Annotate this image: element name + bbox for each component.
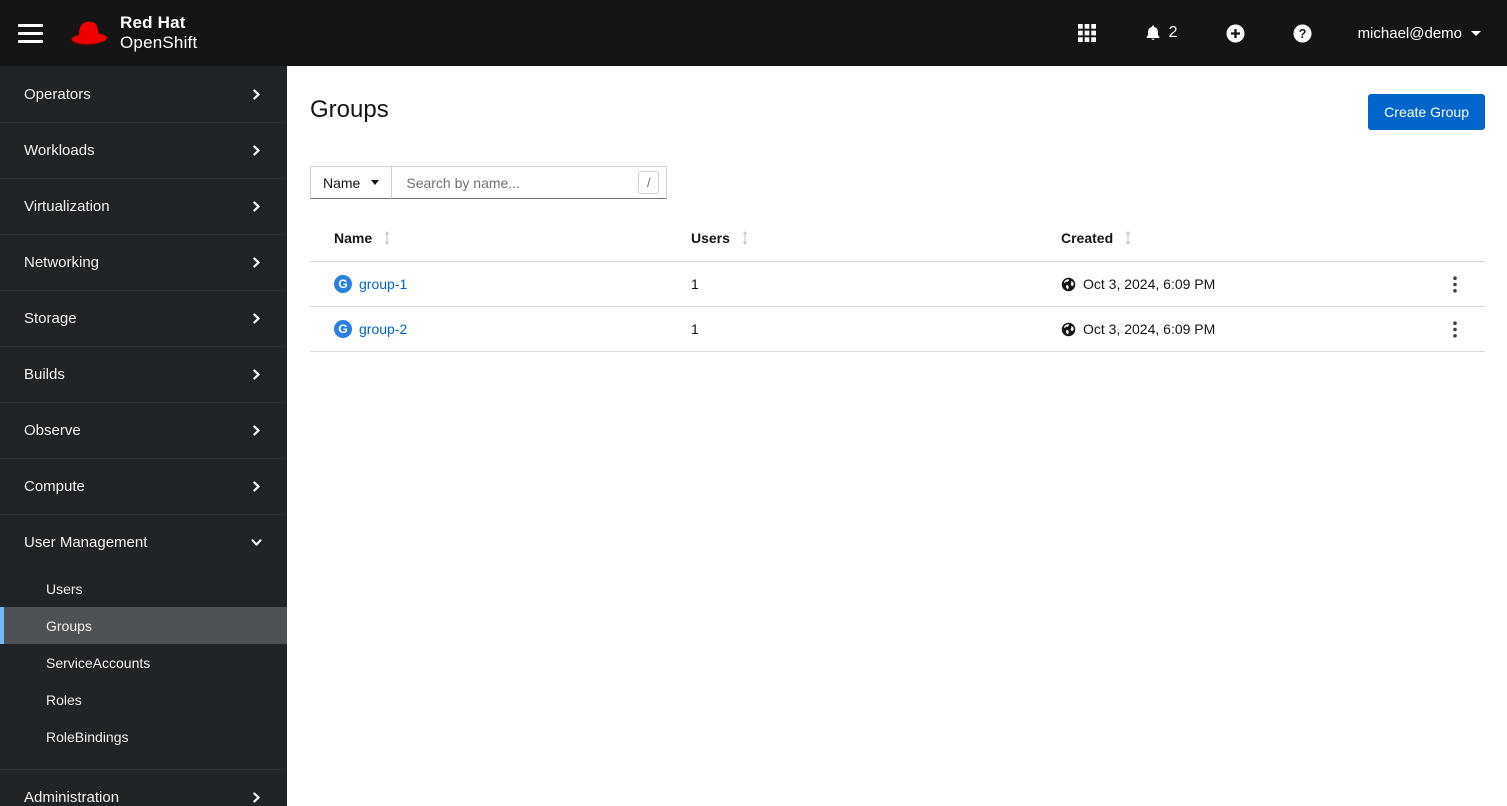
sidebar-item-label: Users [46, 580, 83, 597]
redhat-openshift-logo[interactable]: Red Hat OpenShift [67, 13, 197, 53]
chevron-right-icon [253, 425, 260, 436]
help-button[interactable]: ? [1287, 18, 1318, 49]
chevron-right-icon [253, 792, 260, 803]
search-input[interactable] [404, 173, 639, 192]
brand-product: OpenShift [120, 33, 198, 52]
sidebar-item-label: Operators [24, 85, 91, 103]
table-row: G group-2 1 Oct 3, 2024, 6:09 PM [310, 306, 1485, 352]
sidebar-item-serviceaccounts[interactable]: ServiceAccounts [0, 644, 287, 681]
caret-down-icon [371, 180, 380, 185]
sidebar-item-label: Groups [46, 617, 92, 634]
sidebar-item-storage[interactable]: Storage [0, 290, 287, 346]
notifications-button[interactable]: 2 [1138, 18, 1184, 48]
sidebar-item-virtualization[interactable]: Virtualization [0, 178, 287, 234]
created-timestamp: Oct 3, 2024, 6:09 PM [1083, 276, 1216, 292]
sidebar-nav: Operators Workloads Virtualization Netwo… [0, 66, 287, 806]
sort-icon [1125, 231, 1131, 245]
sidebar-item-label: User Management [24, 534, 148, 551]
nav-menu-toggle-icon[interactable] [18, 20, 43, 47]
search-shortcut-key: / [638, 171, 660, 194]
search-box: / [392, 166, 668, 199]
table-row: G group-1 1 Oct 3, 2024, 6:09 PM [310, 261, 1485, 307]
chevron-right-icon [253, 481, 260, 492]
chevron-right-icon [253, 88, 260, 100]
chevron-right-icon [253, 257, 260, 268]
sort-icon [742, 231, 748, 245]
svg-text:?: ? [1298, 26, 1306, 40]
question-circle-icon: ? [1293, 23, 1312, 43]
caret-down-icon [1471, 30, 1481, 36]
sidebar-item-label: ServiceAccounts [46, 654, 151, 671]
users-count: 1 [691, 306, 1061, 352]
chevron-right-icon [253, 313, 260, 324]
notifications-bell-icon [1144, 24, 1162, 42]
username: michael@demo [1357, 24, 1462, 42]
redhat-fedora-icon [67, 17, 111, 50]
column-header-created[interactable]: Created [1061, 224, 1425, 262]
sidebar-item-label: Observe [24, 422, 81, 439]
sidebar-item-label: RoleBindings [46, 728, 129, 745]
user-management-subnav: Users Groups ServiceAccounts Roles RoleB… [0, 570, 287, 769]
sidebar-item-label: Storage [24, 310, 77, 327]
sidebar-item-rolebindings[interactable]: RoleBindings [0, 718, 287, 755]
quick-create-button[interactable] [1220, 18, 1251, 49]
sidebar-item-label: Roles [46, 691, 82, 708]
plus-circle-icon [1226, 23, 1245, 43]
user-menu[interactable]: michael@demo [1358, 25, 1481, 42]
sidebar-item-groups[interactable]: Groups [0, 607, 287, 644]
brand-name: Red Hat [120, 12, 186, 32]
sidebar-item-operators[interactable]: Operators [0, 66, 287, 122]
chevron-right-icon [253, 369, 260, 380]
sidebar-item-label: Networking [24, 254, 100, 271]
filter-toolbar: Name / [310, 166, 1485, 199]
sidebar-item-users[interactable]: Users [0, 570, 287, 607]
chevron-right-icon [253, 201, 260, 212]
column-header-actions [1425, 224, 1485, 262]
sidebar-item-label: Administration [24, 789, 120, 806]
page-title: Groups [310, 96, 389, 123]
groups-table: Name Users Created G group-1 1 Oct 3, 20… [310, 224, 1485, 352]
create-group-button[interactable]: Create Group [1368, 94, 1485, 130]
column-header-users[interactable]: Users [691, 224, 1061, 262]
group-link[interactable]: group-2 [359, 321, 407, 337]
sidebar-item-roles[interactable]: Roles [0, 681, 287, 718]
main-content: Groups Create Group Name / Name [287, 66, 1507, 806]
kebab-icon [1453, 275, 1457, 293]
row-kebab-menu[interactable] [1445, 317, 1465, 342]
sidebar-item-label: Virtualization [24, 198, 110, 215]
kebab-icon [1453, 320, 1457, 338]
column-header-name[interactable]: Name [310, 224, 691, 262]
filter-field-dropdown[interactable]: Name [310, 166, 393, 199]
sidebar-item-builds[interactable]: Builds [0, 346, 287, 402]
chevron-down-icon [251, 539, 262, 546]
sidebar-item-label: Workloads [24, 142, 95, 159]
table-header-row: Name Users Created [310, 224, 1485, 262]
sidebar-item-administration[interactable]: Administration [0, 769, 287, 806]
group-badge: G [334, 275, 352, 293]
app-launcher-icon [1077, 24, 1096, 42]
notification-count: 2 [1168, 24, 1178, 41]
sidebar-item-workloads[interactable]: Workloads [0, 122, 287, 178]
sidebar-item-user-management[interactable]: User Management [0, 514, 287, 570]
sort-icon [384, 231, 390, 245]
row-kebab-menu[interactable] [1445, 272, 1465, 297]
filter-field-label: Name [323, 174, 361, 191]
sidebar-item-networking[interactable]: Networking [0, 234, 287, 290]
group-link[interactable]: group-1 [359, 276, 407, 292]
created-timestamp: Oct 3, 2024, 6:09 PM [1083, 321, 1216, 337]
globe-icon [1061, 322, 1076, 336]
app-launcher-button[interactable] [1072, 18, 1102, 48]
sidebar-item-label: Builds [24, 366, 65, 383]
sidebar-item-compute[interactable]: Compute [0, 458, 287, 514]
sidebar-item-observe[interactable]: Observe [0, 402, 287, 458]
masthead: Red Hat OpenShift 2 ? michael@demo [0, 0, 1507, 66]
chevron-right-icon [253, 145, 260, 156]
sidebar-item-label: Compute [24, 478, 85, 495]
group-badge: G [334, 320, 352, 338]
globe-icon [1061, 277, 1076, 291]
users-count: 1 [691, 261, 1061, 307]
